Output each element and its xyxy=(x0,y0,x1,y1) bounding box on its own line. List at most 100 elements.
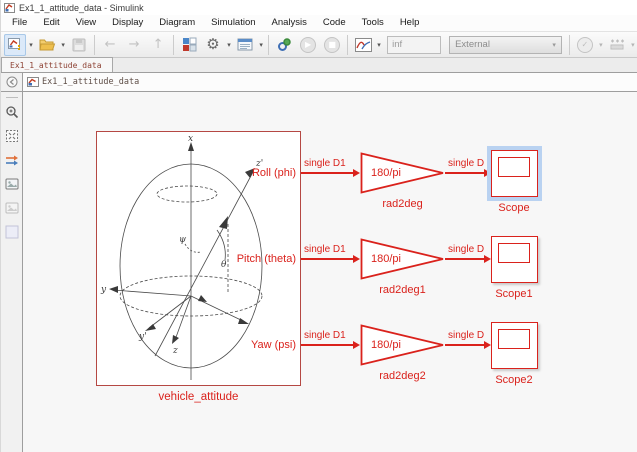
scope-name-label[interactable]: Scope2 xyxy=(474,374,554,386)
gain-name-label[interactable]: rad2deg1 xyxy=(360,284,445,296)
gain-name-label[interactable]: rad2deg2 xyxy=(360,370,445,382)
build-button[interactable] xyxy=(606,34,628,56)
gear-icon: ⚙ xyxy=(206,37,219,52)
model-configuration-caret[interactable]: ▾ xyxy=(225,41,233,49)
zoom-button[interactable] xyxy=(4,104,20,120)
simulation-display-button[interactable] xyxy=(352,34,374,56)
editor-content: x y z z' y' ψ θ vehicle_attitude Roll (p… xyxy=(1,92,637,452)
fit-to-view-icon xyxy=(5,129,19,143)
tool-palette xyxy=(1,92,23,452)
gain-block-rad2deg[interactable]: 180/pi xyxy=(360,152,445,194)
model-advisor-caret[interactable]: ▾ xyxy=(597,41,605,49)
gain-value: 180/pi xyxy=(371,238,401,280)
menu-help[interactable]: Help xyxy=(392,16,428,30)
simulation-mode-select[interactable]: External ▾ xyxy=(449,36,562,54)
signal-label-in[interactable]: single D1 xyxy=(304,243,346,257)
menu-view[interactable]: View xyxy=(68,16,104,30)
open-button[interactable] xyxy=(36,34,58,56)
image-button[interactable] xyxy=(4,200,20,216)
forward-icon: → xyxy=(129,38,140,51)
tab-label: Ex1_1_attitude_data xyxy=(10,61,102,70)
update-diagram-button[interactable] xyxy=(273,34,295,56)
back-icon: ← xyxy=(105,38,116,51)
menu-file[interactable]: File xyxy=(4,16,35,30)
menu-edit[interactable]: Edit xyxy=(35,16,67,30)
signal-arrowhead xyxy=(484,341,491,349)
new-model-icon xyxy=(7,37,23,53)
stop-time-input[interactable] xyxy=(387,36,441,54)
annotation-button[interactable] xyxy=(4,176,20,192)
svg-text:ψ: ψ xyxy=(179,235,187,245)
signal-arrowhead xyxy=(353,169,360,177)
open-folder-icon xyxy=(39,38,56,52)
model-explorer-icon xyxy=(237,38,253,51)
gain-block-rad2deg1[interactable]: 180/pi xyxy=(360,238,445,280)
scope-name-label[interactable]: Scope xyxy=(474,202,554,214)
model-advisor-button[interactable]: ✓ xyxy=(574,34,596,56)
signal-line[interactable] xyxy=(301,344,353,346)
model-node-icon xyxy=(27,76,39,88)
signal-label-out[interactable]: single D xyxy=(448,329,484,343)
menu-simulation[interactable]: Simulation xyxy=(203,16,263,30)
scope-curve-icon xyxy=(355,38,372,52)
new-model-button[interactable] xyxy=(4,34,26,56)
menu-diagram[interactable]: Diagram xyxy=(151,16,203,30)
tab-ex1-1-attitude-data[interactable]: Ex1_1_attitude_data xyxy=(1,57,113,72)
gain-block-rad2deg2[interactable]: 180/pi xyxy=(360,324,445,366)
breadcrumb-path[interactable]: Ex1_1_attitude_data xyxy=(42,77,139,87)
scope-block-scope1[interactable] xyxy=(491,236,538,283)
open-caret[interactable]: ▾ xyxy=(59,41,67,49)
simulink-window: Ex1_1_attitude_data - Simulink File Edit… xyxy=(0,0,637,452)
area-box-icon xyxy=(5,225,19,239)
menu-analysis[interactable]: Analysis xyxy=(264,16,315,30)
scope-block-scope[interactable] xyxy=(491,150,538,197)
toolbar: ▾ ▾ ← → ↑ ⚙ ▾ xyxy=(1,31,637,58)
simulation-display-caret[interactable]: ▾ xyxy=(375,41,383,49)
signal-line[interactable] xyxy=(445,344,484,346)
gain-name-label[interactable]: rad2deg xyxy=(360,198,445,210)
signal-label-in[interactable]: single D1 xyxy=(304,157,346,171)
signal-line[interactable] xyxy=(445,172,484,174)
signal-lines-button[interactable] xyxy=(4,152,20,168)
scope-screen-icon xyxy=(498,329,530,349)
area-box-button[interactable] xyxy=(4,224,20,240)
run-button[interactable]: ▶ xyxy=(297,34,319,56)
menu-code[interactable]: Code xyxy=(315,16,354,30)
signal-line[interactable] xyxy=(301,258,353,260)
toolbar-separator xyxy=(347,35,348,55)
signal-label-in[interactable]: single D1 xyxy=(304,329,346,343)
scope-screen-icon xyxy=(498,157,530,177)
image-icon xyxy=(5,202,19,214)
signal-line[interactable] xyxy=(445,258,484,260)
show-model-browser-icon[interactable] xyxy=(6,76,18,88)
model-canvas[interactable]: x y z z' y' ψ θ vehicle_attitude Roll (p… xyxy=(23,92,637,452)
model-explorer-caret[interactable]: ▾ xyxy=(257,41,265,49)
signal-label-out[interactable]: single D xyxy=(448,157,484,171)
signal-line[interactable] xyxy=(301,172,353,174)
model-configuration-button[interactable]: ⚙ xyxy=(202,34,224,56)
fit-to-view-button[interactable] xyxy=(4,128,20,144)
model-explorer-button[interactable] xyxy=(234,34,256,56)
document-tab-bar: Ex1_1_attitude_data xyxy=(1,58,637,73)
signal-arrowhead xyxy=(484,255,491,263)
scope-block-scope2[interactable] xyxy=(491,322,538,369)
scope-name-label[interactable]: Scope1 xyxy=(474,288,554,300)
forward-button[interactable]: → xyxy=(123,34,145,56)
back-button[interactable]: ← xyxy=(99,34,121,56)
menu-tools[interactable]: Tools xyxy=(354,16,392,30)
scope-screen-icon xyxy=(498,243,530,263)
new-model-caret[interactable]: ▾ xyxy=(27,41,35,49)
signal-label-out[interactable]: single D xyxy=(448,243,484,257)
menu-display[interactable]: Display xyxy=(104,16,151,30)
library-browser-button[interactable] xyxy=(178,34,200,56)
stop-button[interactable]: ■ xyxy=(321,34,343,56)
up-to-parent-button[interactable]: ↑ xyxy=(147,34,169,56)
toolbar-separator xyxy=(569,35,570,55)
subsystem-name-label[interactable]: vehicle_attitude xyxy=(96,391,301,403)
signal-arrowhead xyxy=(353,255,360,263)
breadcrumb-bar: Ex1_1_attitude_data xyxy=(1,73,637,92)
save-button[interactable] xyxy=(68,34,90,56)
window-title: Ex1_1_attitude_data - Simulink xyxy=(19,3,144,13)
breadcrumb-gutter xyxy=(1,73,23,91)
build-caret[interactable]: ▾ xyxy=(629,41,637,49)
